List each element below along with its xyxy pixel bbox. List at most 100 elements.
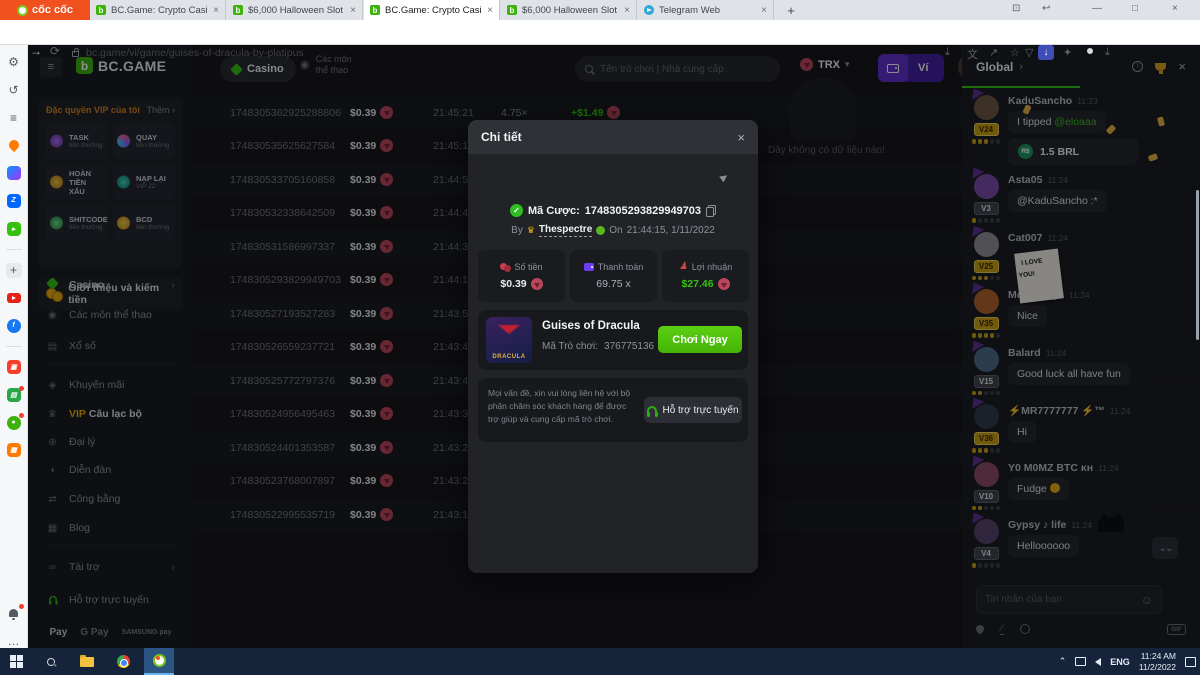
- snapshot-icon[interactable]: ⊡: [1012, 3, 1020, 14]
- tab-close-icon[interactable]: ×: [487, 5, 493, 16]
- bat-icon: [498, 325, 520, 334]
- url-text[interactable]: bc.game/vi/game/guises-of-dracula-by-pla…: [86, 47, 304, 59]
- extensions-icon[interactable]: ✦: [1063, 46, 1072, 59]
- file-explorer-icon[interactable]: [72, 648, 102, 675]
- browser-tab[interactable]: b $6,000 Halloween Slot Battle ×: [501, 0, 637, 20]
- payout-wallet-icon: [584, 263, 594, 271]
- download-manager-button[interactable]: ↓: [1038, 45, 1054, 60]
- start-button[interactable]: [10, 655, 23, 668]
- more-menu-icon[interactable]: …: [6, 633, 22, 648]
- browser-tab[interactable]: b $6,000 Halloween Slot Battle ×: [227, 0, 363, 20]
- network-icon[interactable]: [1075, 657, 1086, 666]
- profit-icon: ♟: [679, 263, 688, 271]
- modal-title: Chi tiết: [481, 130, 522, 144]
- forward-button[interactable]: →: [30, 44, 42, 58]
- trx-coin-icon: [718, 278, 730, 290]
- tab-title: $6,000 Halloween Slot Battle: [522, 5, 619, 16]
- chrome-icon[interactable]: [108, 648, 138, 675]
- history-icon[interactable]: ↺: [6, 83, 22, 98]
- game-thumbnail[interactable]: DRACULA: [486, 317, 532, 363]
- sale-shop-icon[interactable]: ▣: [6, 360, 22, 375]
- youtube-icon[interactable]: [6, 291, 22, 306]
- clock-date: 11/2/2022: [1139, 662, 1176, 673]
- save-page-icon[interactable]: ⤓: [945, 46, 950, 59]
- speaker-icon[interactable]: [1095, 658, 1101, 666]
- hot-trending-icon[interactable]: [6, 138, 22, 153]
- stat-amount: Số tiền $0.39: [478, 250, 565, 302]
- bookmark-star-icon[interactable]: ☆: [1010, 46, 1020, 59]
- reload-button[interactable]: ⟳: [50, 44, 60, 58]
- coccoc-logo-icon: [17, 5, 28, 16]
- bet-datetime: 21:44:15, 1/11/2022: [627, 225, 715, 236]
- coccoc-taskbar-icon[interactable]: [144, 648, 174, 675]
- tab-close-icon[interactable]: ×: [213, 5, 219, 16]
- bet-author-line: By ♛ Thespectre On 21:44:15, 1/11/2022: [468, 224, 758, 237]
- shield-icon[interactable]: ▽: [1025, 46, 1033, 59]
- sidebar-divider: [6, 249, 22, 250]
- telegram-favicon-icon: [644, 5, 654, 15]
- share-icon[interactable]: ►: [715, 168, 733, 186]
- tab-title: Telegram Web: [659, 5, 756, 16]
- translate-icon[interactable]: 文: [967, 46, 978, 62]
- stat-profit: ♟Lợi nhuận $27.46: [662, 250, 749, 302]
- taskbar-clock[interactable]: 11:24 AM 11/2/2022: [1139, 651, 1176, 672]
- bet-author-link[interactable]: Thespectre: [539, 224, 592, 237]
- brand-label: cốc cốc: [32, 4, 73, 16]
- messenger-icon[interactable]: [6, 166, 22, 181]
- promo-icon[interactable]: ●: [6, 415, 22, 430]
- game-card: DRACULA Guises of Dracula Mã Trò chơi: 3…: [478, 310, 748, 370]
- gift-icon[interactable]: ▤: [6, 388, 22, 403]
- minimize-button[interactable]: —: [1092, 3, 1102, 14]
- taskbar-search-icon[interactable]: [36, 648, 66, 675]
- stat-payout: Thanh toán 69.75 x: [570, 250, 657, 302]
- tab-close-icon[interactable]: ×: [624, 5, 630, 16]
- headset-icon: [647, 406, 657, 414]
- close-button[interactable]: ×: [1172, 3, 1178, 14]
- browser-toolbar: ← → ⟳ bc.game/vi/game/guises-of-dracula-…: [0, 20, 1200, 45]
- clock-time: 11:24 AM: [1141, 651, 1176, 662]
- page-scrollbar[interactable]: [1196, 190, 1199, 340]
- new-tab-button[interactable]: +: [780, 0, 802, 20]
- windows-taskbar: ⌃ ENG 11:24 AM 11/2/2022: [0, 648, 1200, 675]
- tab-title: $6,000 Halloween Slot Battle: [248, 5, 345, 16]
- tab-title: BC.Game: Crypto Casino Gam: [385, 5, 482, 16]
- frog-emoji-icon: [596, 226, 605, 235]
- restore-tab-icon[interactable]: ↩: [1042, 3, 1050, 14]
- support-note-text: Mọi vấn đề, xin vui lòng liên hệ với bộ …: [488, 387, 638, 425]
- bet-details-modal: Chi tiết × ► ✓ Mã Cược: 1748305293829949…: [468, 120, 758, 573]
- live-support-button[interactable]: Hỗ trợ trực tuyến: [644, 397, 742, 423]
- sidebar-divider: [6, 346, 22, 347]
- downloads-icon[interactable]: ⤓: [1105, 46, 1110, 59]
- games-icon[interactable]: ▸: [6, 221, 22, 236]
- copy-icon[interactable]: [706, 205, 716, 217]
- browser-tab-active[interactable]: b BC.Game: Crypto Casino Gam ×: [364, 0, 500, 20]
- support-note-card: Mọi vấn đề, xin vui lòng liên hệ với bộ …: [478, 378, 748, 442]
- notifications-bell-icon[interactable]: [6, 606, 22, 621]
- modal-close-icon[interactable]: ×: [737, 130, 745, 145]
- secure-lock-icon[interactable]: [72, 51, 79, 57]
- coccoc-sidebar: ⚙ ↺ ≡ Z ▸ + f ▣ ▤ ● ▦ …: [0, 45, 28, 648]
- tab-close-icon[interactable]: ×: [350, 5, 356, 16]
- facebook-icon[interactable]: f: [6, 318, 22, 333]
- hidden-icons-chevron[interactable]: ⌃: [1059, 656, 1067, 667]
- share-icon[interactable]: ↗: [989, 46, 998, 59]
- play-now-button[interactable]: Chơi Ngay: [658, 326, 742, 353]
- reading-list-icon[interactable]: ≡: [6, 110, 22, 125]
- modal-header: Chi tiết ×: [468, 120, 758, 154]
- browser-tab[interactable]: Telegram Web ×: [638, 0, 774, 20]
- settings-icon[interactable]: ⚙: [6, 55, 22, 70]
- browser-tab-bar: cốc cốc b BC.Game: Crypto Casino Gam × b…: [0, 0, 1200, 20]
- game-id-value: 376775136: [604, 341, 654, 352]
- system-tray: ⌃ ENG 11:24 AM 11/2/2022: [1059, 648, 1196, 675]
- bcgame-favicon-icon: b: [507, 5, 517, 15]
- trx-coin-icon: [531, 278, 543, 290]
- browser-tab[interactable]: b BC.Game: Crypto Casino Gam ×: [90, 0, 226, 20]
- action-center-icon[interactable]: [1185, 657, 1196, 667]
- zalo-icon[interactable]: Z: [6, 194, 22, 209]
- tab-close-icon[interactable]: ×: [761, 5, 767, 16]
- maximize-button[interactable]: □: [1132, 3, 1138, 14]
- cart-icon[interactable]: ▦: [6, 443, 22, 458]
- language-indicator[interactable]: ENG: [1110, 657, 1130, 667]
- add-shortcut-button[interactable]: +: [6, 263, 22, 278]
- bcgame-favicon-icon: b: [96, 5, 106, 15]
